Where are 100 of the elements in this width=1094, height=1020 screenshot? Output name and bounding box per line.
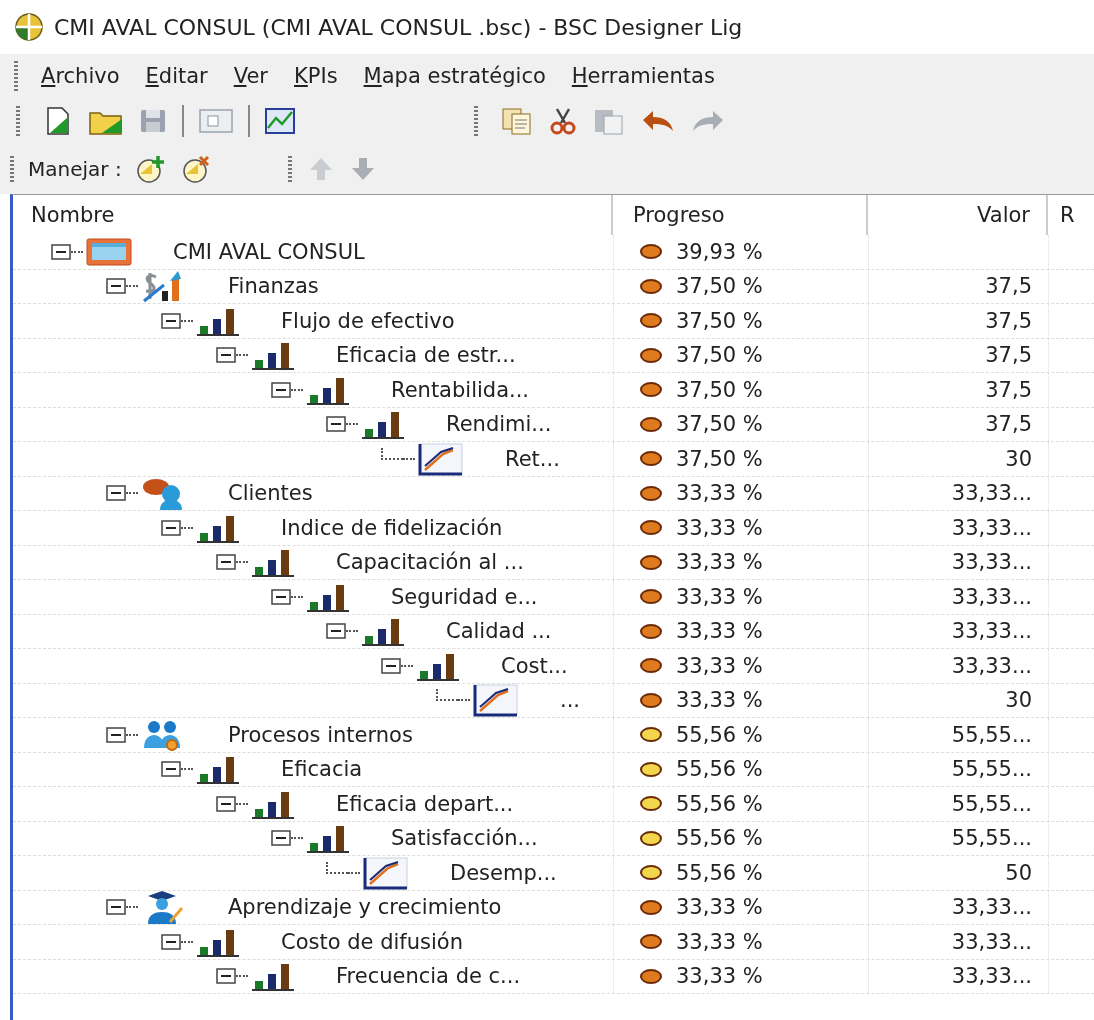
node-name[interactable]: Cost... (501, 653, 568, 678)
progress-value: 55,56 % (676, 791, 763, 816)
progress-value: 33,33 % (676, 688, 763, 713)
value-cell: 37,5 (985, 412, 1032, 437)
column-header[interactable]: Nombre (13, 195, 613, 235)
collapse-toggle[interactable] (326, 416, 346, 433)
node-name[interactable]: Flujo de efectivo (281, 308, 455, 333)
value-cell: 33,33... (951, 584, 1032, 609)
node-name[interactable]: Costo de difusión (281, 929, 463, 954)
node-name[interactable]: Frecuencia de c... (336, 964, 521, 989)
window-title: CMI AVAL CONSUL (CMI AVAL CONSUL .bsc) - BSC Designer Lig (54, 14, 743, 40)
collapse-toggle[interactable] (271, 830, 291, 847)
node-name[interactable]: Desemp... (450, 860, 557, 885)
progress-value: 37,50 % (676, 308, 763, 333)
collapse-toggle[interactable] (271, 588, 291, 605)
menu-item[interactable]: Ver (222, 60, 279, 92)
column-header[interactable]: Valor (868, 195, 1048, 235)
node-name[interactable]: Ret... (505, 446, 560, 471)
node-name[interactable]: Rendimi... (446, 412, 552, 437)
bar-chart-icon (360, 409, 406, 440)
line-chart-icon (362, 855, 410, 890)
value-cell: 50 (1005, 860, 1032, 885)
node-name[interactable]: Capacitación al ... (336, 550, 524, 575)
value-cell: 55,55... (951, 757, 1032, 782)
menu-item[interactable]: KPIs (283, 60, 349, 92)
collapse-toggle[interactable] (51, 243, 71, 260)
node-name[interactable]: Finanzas (228, 274, 319, 299)
value-cell: 37,5 (985, 343, 1032, 368)
value-cell: 33,33... (951, 653, 1032, 678)
menu-item[interactable]: Editar (134, 60, 219, 92)
collapse-toggle[interactable] (161, 519, 181, 536)
node-name[interactable]: Seguridad e... (391, 584, 538, 609)
progress-value: 33,33 % (676, 619, 763, 644)
menu-item[interactable]: Herramientas (560, 60, 726, 92)
node-name[interactable]: CMI AVAL CONSUL (173, 239, 365, 264)
node-name[interactable]: Procesos internos (228, 722, 413, 747)
collapse-toggle[interactable] (161, 933, 181, 950)
progress-value: 37,50 % (676, 446, 763, 471)
value-cell: 33,33... (951, 929, 1032, 954)
collapse-toggle[interactable] (271, 381, 291, 398)
chart-icon[interactable] (264, 106, 296, 136)
node-name[interactable]: Aprendizaje y crecimiento (228, 895, 502, 920)
node-name[interactable]: Eficacia (281, 757, 363, 782)
value-cell: 55,55... (951, 826, 1032, 851)
collapse-toggle[interactable] (381, 657, 401, 674)
node-name[interactable]: Clientes (228, 481, 313, 506)
progress-value: 33,33 % (676, 895, 763, 920)
node-name[interactable]: Calidad ... (446, 619, 552, 644)
cut-icon[interactable] (548, 106, 578, 136)
bar-chart-icon (360, 616, 406, 647)
menu-item[interactable]: Mapa estratégico (352, 60, 557, 92)
value-cell: 37,5 (985, 274, 1032, 299)
node-name[interactable]: Indice de fidelización (281, 515, 503, 540)
collapse-toggle[interactable] (216, 554, 236, 571)
node-name[interactable]: Rentabilida... (391, 377, 530, 402)
node-name[interactable]: Satisfacción... (391, 826, 538, 851)
collapse-toggle[interactable] (216, 795, 236, 812)
bar-chart-icon (305, 823, 351, 854)
progress-value: 55,56 % (676, 757, 763, 782)
progress-value: 37,50 % (676, 412, 763, 437)
progress-value: 33,33 % (676, 584, 763, 609)
bar-chart-icon (250, 547, 296, 578)
scorecard-icon (85, 236, 133, 267)
menu-item[interactable]: Archivo (30, 60, 131, 92)
toolbar-label: Manejar : (28, 157, 122, 181)
value-cell: 33,33... (951, 895, 1032, 920)
node-name[interactable]: Eficacia de estr... (336, 343, 516, 368)
value-cell: 33,33... (951, 619, 1032, 644)
value-cell: 33,33... (951, 550, 1032, 575)
value-cell: 33,33... (951, 964, 1032, 989)
progress-value: 55,56 % (676, 722, 763, 747)
collapse-toggle[interactable] (216, 347, 236, 364)
collapse-toggle[interactable] (106, 278, 126, 295)
value-cell: 37,5 (985, 308, 1032, 333)
app-logo-icon (14, 12, 44, 42)
progress-value: 55,56 % (676, 826, 763, 851)
progress-value: 55,56 % (676, 860, 763, 885)
value-cell: 55,55... (951, 791, 1032, 816)
collapse-toggle[interactable] (326, 623, 346, 640)
column-header[interactable]: Progreso (613, 195, 868, 235)
collapse-toggle[interactable] (161, 312, 181, 329)
progress-value: 39,93 % (676, 239, 763, 264)
collapse-toggle[interactable] (106, 899, 126, 916)
progress-value: 33,33 % (676, 653, 763, 678)
collapse-toggle[interactable] (106, 726, 126, 743)
progress-value: 37,50 % (676, 377, 763, 402)
node-name[interactable]: Eficacia depart... (336, 791, 514, 816)
node-name[interactable]: ... (560, 688, 581, 713)
collapse-toggle[interactable] (161, 761, 181, 778)
value-cell: 37,5 (985, 377, 1032, 402)
progress-value: 33,33 % (676, 550, 763, 575)
progress-value: 37,50 % (676, 343, 763, 368)
column-header[interactable]: R (1048, 195, 1075, 235)
value-cell: 33,33... (951, 515, 1032, 540)
line-chart-icon (472, 683, 520, 718)
progress-value: 33,33 % (676, 929, 763, 954)
progress-value: 33,33 % (676, 481, 763, 506)
collapse-toggle[interactable] (216, 968, 236, 985)
collapse-toggle[interactable] (106, 485, 126, 502)
bar-chart-icon (250, 961, 296, 992)
